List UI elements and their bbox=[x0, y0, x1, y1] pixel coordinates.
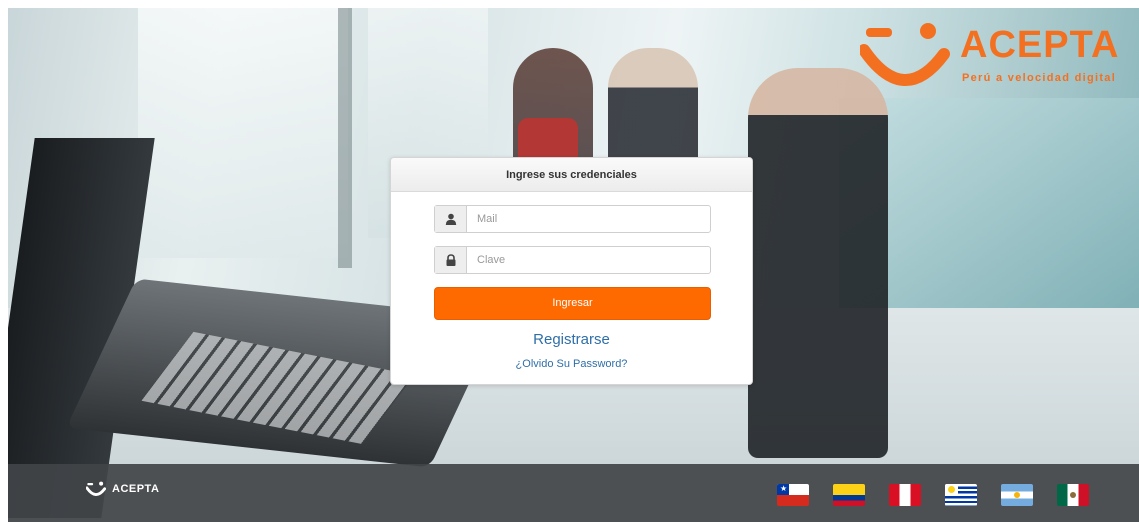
footer-logo: ACEPTA bbox=[86, 481, 159, 497]
colombia-flag-icon[interactable] bbox=[833, 484, 865, 506]
mexico-flag-icon[interactable] bbox=[1057, 484, 1089, 506]
submit-button[interactable]: Ingresar bbox=[434, 287, 711, 320]
footer-smile-icon bbox=[86, 481, 106, 496]
uruguay-flag-icon[interactable] bbox=[945, 484, 977, 506]
lock-icon bbox=[435, 247, 467, 273]
argentina-flag-icon[interactable] bbox=[1001, 484, 1033, 506]
mail-input-group bbox=[434, 205, 711, 233]
footer-bar: ACEPTA ★ bbox=[8, 464, 1139, 522]
login-title: Ingrese sus credenciales bbox=[391, 158, 752, 192]
country-flags: ★ bbox=[777, 484, 1089, 506]
user-icon bbox=[435, 206, 467, 232]
peru-flag-icon[interactable] bbox=[889, 484, 921, 506]
login-page: ACEPTA Perú a velocidad digital Ingrese … bbox=[0, 0, 1139, 522]
password-input-group bbox=[434, 246, 711, 274]
brand-tagline: Perú a velocidad digital bbox=[962, 72, 1117, 84]
acepta-smile-icon bbox=[860, 23, 950, 86]
login-card: Ingrese sus credenciales Ingresar Regist… bbox=[390, 157, 753, 385]
register-link[interactable]: Registrarse bbox=[391, 331, 752, 348]
brand-name: ACEPTA bbox=[960, 24, 1120, 66]
password-input[interactable] bbox=[467, 247, 710, 273]
forgot-password-link[interactable]: ¿Olvido Su Password? bbox=[391, 358, 752, 370]
footer-brand-name: ACEPTA bbox=[112, 483, 160, 495]
chile-flag-icon[interactable]: ★ bbox=[777, 484, 809, 506]
mail-input[interactable] bbox=[467, 206, 710, 232]
acepta-logo: ACEPTA Perú a velocidad digital bbox=[860, 20, 1120, 90]
